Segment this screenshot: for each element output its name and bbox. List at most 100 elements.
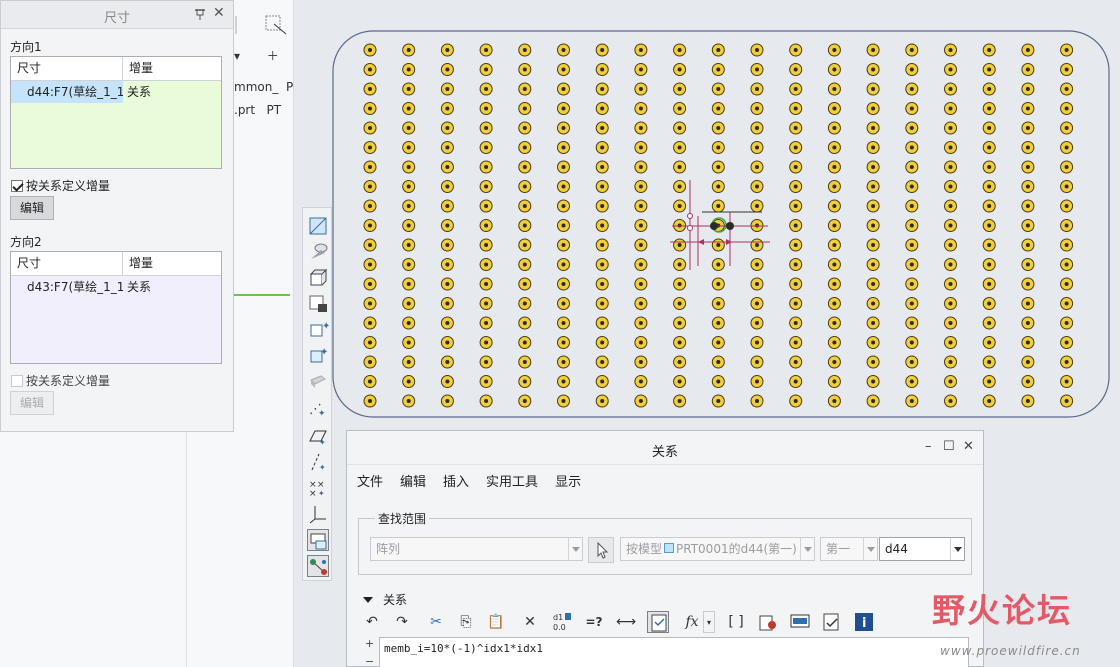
pin-icon[interactable] — [194, 7, 206, 21]
evaluate-icon[interactable]: =? — [583, 611, 605, 633]
select-arrow-button[interactable] — [588, 537, 614, 563]
chevron-down-icon[interactable] — [863, 538, 877, 560]
increment-cell[interactable]: 关系 — [123, 276, 151, 298]
local-params-icon[interactable] — [757, 611, 779, 633]
pattern-hole-center — [406, 321, 411, 325]
pattern-hole-center — [406, 399, 411, 403]
checkbox-checked[interactable] — [11, 179, 23, 192]
plane-icon[interactable] — [307, 215, 329, 237]
brackets-icon[interactable]: [ ] — [725, 611, 747, 633]
dimension-cell[interactable]: d44:F7(草绘_1_1 — [11, 81, 123, 103]
pattern-hole-center — [832, 48, 837, 52]
undo-icon[interactable]: ↶ — [361, 611, 383, 633]
chevron-down-icon[interactable] — [800, 538, 814, 560]
pattern-hole-center — [909, 243, 914, 247]
tree-item-common[interactable]: mmon_ P — [234, 80, 293, 94]
verify-icon[interactable] — [647, 611, 669, 633]
pattern-hole-center — [1064, 282, 1069, 286]
pattern-hole-center — [948, 321, 953, 325]
tree-item-prt[interactable]: .prt PT — [234, 103, 281, 117]
table-row[interactable]: d44:F7(草绘_1_1 关系 — [11, 81, 221, 103]
sort-numeric-icon[interactable]: d10.0 — [551, 611, 573, 633]
direction-select[interactable]: 第一 — [820, 537, 878, 561]
function-dropdown-icon[interactable]: ▾ — [703, 611, 715, 633]
pattern-hole-center — [793, 301, 798, 306]
model-tree-background: ▾ ＋ mmon_ P .prt PT — [232, 0, 294, 667]
relations-section-toggle[interactable]: 关系 — [363, 591, 407, 608]
model-canvas[interactable] — [332, 30, 1118, 420]
pattern-hole-center — [1064, 340, 1069, 345]
scope-type-select[interactable]: 阵列 — [370, 537, 583, 561]
look-in-group: 查找范围 阵列 按模型 PRT0001的d44(第一) 第一 d44 — [358, 510, 972, 575]
menu-utilities[interactable]: 实用工具 — [486, 471, 538, 490]
pattern-hole-center — [948, 282, 953, 286]
pattern-hole-center — [522, 145, 527, 150]
direction2-relation-checkbox[interactable]: 按关系定义增量 — [11, 372, 110, 389]
pattern-hole-center — [716, 184, 721, 189]
pattern-hole-center — [484, 165, 489, 169]
direction2-edit-button[interactable]: 编辑 — [10, 391, 54, 415]
pattern-hole-center — [871, 223, 876, 228]
info-icon[interactable]: i — [853, 611, 875, 633]
pattern-hole-center — [561, 48, 566, 52]
csys-display-icon[interactable] — [307, 503, 329, 525]
chevron-down-icon[interactable] — [568, 538, 582, 560]
pattern-hole-center — [1064, 126, 1069, 130]
direction1-table: 尺寸 增量 d44:F7(草绘_1_1 关系 — [10, 56, 222, 169]
relation-line[interactable]: memb_i=10*(-1)^idx1*idx1 — [384, 642, 543, 655]
annotation-display-icon[interactable] — [307, 529, 329, 551]
menu-edit[interactable]: 编辑 — [400, 471, 426, 490]
datum-display-icon[interactable]: ✦ — [307, 319, 329, 341]
dimension-icon[interactable]: ⟷ — [615, 611, 637, 633]
pattern-hole-center — [677, 87, 682, 91]
extrude-icon[interactable] — [307, 241, 329, 263]
cut-icon[interactable]: ✂ — [425, 611, 447, 633]
tree-dropdown-arrow[interactable]: ▾ ＋ — [234, 47, 279, 64]
direction1-edit-button[interactable]: 编辑 — [10, 196, 54, 220]
close-icon[interactable]: ✕ — [963, 439, 974, 454]
spin-center-icon[interactable]: ⋰✦ — [307, 397, 329, 419]
scope-model-select[interactable]: 按模型 PRT0001的d44(第一) — [620, 537, 815, 561]
pattern-hole-center — [716, 321, 721, 325]
datum-point-icon[interactable]: ✦ — [307, 345, 329, 367]
checkbox-unchecked[interactable] — [11, 374, 23, 387]
copy-icon[interactable]: ⎘ — [455, 611, 477, 633]
minimize-icon[interactable]: – — [925, 439, 932, 454]
direction1-relation-checkbox[interactable]: 按关系定义增量 — [11, 177, 110, 194]
paste-icon[interactable]: 📋 — [485, 611, 507, 633]
pattern-hole-center — [832, 87, 837, 91]
plane-display-icon[interactable]: ✦ — [307, 425, 329, 447]
dimension-select[interactable]: d44 — [879, 537, 965, 561]
close-icon[interactable]: ✕ — [213, 5, 225, 21]
saved-views-icon[interactable] — [307, 293, 329, 315]
forum-logo: 野火论坛 — [932, 591, 1072, 630]
maximize-icon[interactable]: ☐ — [943, 439, 955, 454]
table-row[interactable]: d43:F7(草绘_1_1 关系 — [11, 276, 221, 298]
relations-editor[interactable]: memb_i=10*(-1)^idx1*idx1 — [379, 637, 969, 667]
pattern-hole-center — [987, 67, 992, 72]
redo-icon[interactable]: ↷ — [391, 611, 413, 633]
pattern-hole-center — [793, 243, 798, 247]
menu-file[interactable]: 文件 — [357, 471, 383, 490]
increment-cell[interactable]: 关系 — [123, 81, 151, 103]
export-icon[interactable] — [821, 611, 843, 633]
pattern-hole-center — [522, 301, 527, 306]
delete-icon[interactable]: ✕ — [519, 611, 541, 633]
shaded-display-icon[interactable] — [307, 371, 329, 393]
dimension-cell[interactable]: d43:F7(草绘_1_1 — [11, 276, 123, 298]
network-icon[interactable] — [307, 555, 329, 577]
point-display-icon[interactable]: × ×× ✦ — [307, 477, 329, 499]
view-orient-icon[interactable] — [307, 267, 329, 289]
chevron-down-icon[interactable] — [950, 538, 964, 560]
pattern-hole-center — [1064, 165, 1069, 169]
import-icon[interactable] — [789, 611, 811, 633]
function-icon[interactable]: 𝑓x — [681, 611, 703, 633]
pattern-hole-center — [484, 184, 489, 189]
menu-insert[interactable]: 插入 — [443, 471, 469, 490]
axis-display-icon[interactable]: ✦ — [307, 451, 329, 473]
look-in-label: 查找范围 — [375, 510, 430, 527]
menu-display[interactable]: 显示 — [555, 471, 581, 490]
pattern-hole-center — [832, 399, 837, 403]
pattern-hole-center — [909, 360, 914, 364]
pattern-hole-center — [716, 145, 721, 150]
